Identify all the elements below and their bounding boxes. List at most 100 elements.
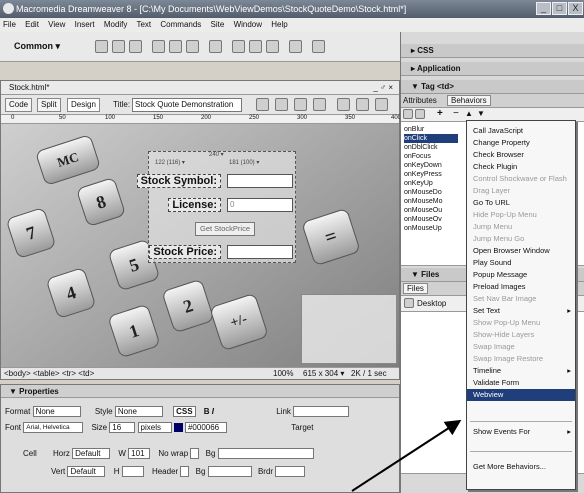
event-item[interactable]: onMouseUp — [404, 224, 458, 233]
event-item[interactable]: onBlur — [404, 125, 458, 134]
menu-item-timeline[interactable]: Timeline ▸ — [467, 365, 575, 377]
menu-item-popup-message[interactable]: Popup Message — [467, 269, 575, 281]
view-options-icon[interactable] — [356, 98, 369, 111]
head-icon[interactable] — [289, 40, 302, 53]
event-item[interactable]: onKeyDown — [404, 161, 458, 170]
menu-file[interactable]: File — [3, 20, 16, 29]
show-set-events-icon[interactable] — [403, 109, 413, 119]
title-field[interactable]: Stock Quote Demonstration — [132, 98, 242, 112]
menu-text[interactable]: Text — [136, 20, 151, 29]
zoom-level[interactable]: 100% — [273, 368, 293, 380]
server-include-icon[interactable] — [249, 40, 262, 53]
menu-site[interactable]: Site — [211, 20, 225, 29]
email-link-icon[interactable] — [112, 40, 125, 53]
media-icon[interactable] — [209, 40, 222, 53]
menu-item-open-browser-window[interactable]: Open Browser Window — [467, 245, 575, 257]
file-management-icon[interactable] — [256, 98, 269, 111]
menu-item-go-to-url[interactable]: Go To URL — [467, 197, 575, 209]
header-checkbox[interactable] — [180, 466, 190, 478]
close-button[interactable]: X — [568, 2, 583, 15]
italic-button[interactable]: I — [212, 407, 214, 416]
event-item[interactable]: onFocus — [404, 152, 458, 161]
layer-icon[interactable] — [169, 40, 182, 53]
tab-files[interactable]: Files — [403, 283, 428, 294]
width-input[interactable]: 101 — [128, 448, 151, 460]
stock-price-output[interactable] — [227, 245, 293, 259]
event-item[interactable]: onMouseOu — [404, 206, 458, 215]
hyperlink-icon[interactable] — [95, 40, 108, 53]
horz-select[interactable]: Default — [72, 448, 111, 460]
check-browser-icon[interactable] — [313, 98, 326, 111]
stock-quote-form-table[interactable]: 240 ▾ 122 (116) ▾ 181 (100) ▾ Stock Symb… — [136, 151, 296, 263]
menu-view[interactable]: View — [48, 20, 65, 29]
remove-behavior-button[interactable]: − — [453, 108, 459, 119]
window-size[interactable]: 615 x 304 ▾ — [303, 368, 344, 380]
anchor-icon[interactable] — [129, 40, 142, 53]
tag-selector[interactable]: <body> <table> <tr> <td> — [4, 369, 94, 378]
nowrap-checkbox[interactable] — [190, 448, 200, 460]
text-color-swatch[interactable] — [173, 423, 183, 433]
event-item[interactable]: onMouseOv — [404, 215, 458, 224]
bg-color-input[interactable] — [207, 466, 252, 478]
design-view-button[interactable]: Design — [67, 98, 100, 112]
date-icon[interactable] — [232, 40, 245, 53]
license-input[interactable]: 0 — [227, 198, 293, 212]
event-item[interactable]: onMouseMo — [404, 197, 458, 206]
design-canvas[interactable]: MC 8 7 4 5 1 2 = +/- 240 ▾ 122 (116) ▾ 1… — [1, 124, 399, 367]
menu-item-set-text[interactable]: Set Text ▸ — [467, 305, 575, 317]
move-down-button[interactable]: ▼ — [477, 109, 485, 118]
maximize-button[interactable]: □ — [552, 2, 567, 15]
menu-modify[interactable]: Modify — [104, 20, 128, 29]
menu-item-change-property[interactable]: Change Property — [467, 137, 575, 149]
event-item[interactable]: onDblClick — [404, 143, 458, 152]
style-select[interactable]: None — [114, 406, 163, 418]
document-window-controls[interactable]: _ ♂ × — [373, 81, 393, 95]
css-button[interactable]: CSS — [173, 406, 196, 418]
code-view-button[interactable]: Code — [5, 98, 33, 112]
event-item[interactable]: onKeyPress — [404, 170, 458, 179]
event-item[interactable]: onMouseDo — [404, 188, 458, 197]
show-all-events-icon[interactable] — [415, 109, 425, 119]
stock-symbol-input[interactable] — [227, 174, 293, 188]
refresh-icon[interactable] — [337, 98, 350, 111]
tab-behaviors[interactable]: Behaviors — [447, 95, 491, 106]
move-up-button[interactable]: ▲ — [465, 109, 473, 118]
comment-icon[interactable] — [266, 40, 279, 53]
size-select[interactable]: 16 — [109, 422, 136, 434]
insert-category-dropdown[interactable]: Common ▾ — [14, 41, 60, 52]
debug-icon[interactable] — [294, 98, 307, 111]
minimize-button[interactable]: _ — [536, 2, 551, 15]
menu-item-play-sound[interactable]: Play Sound — [467, 257, 575, 269]
add-behavior-button[interactable]: + — [437, 108, 443, 119]
menu-item-preload-images[interactable]: Preload Images — [467, 281, 575, 293]
height-input[interactable] — [121, 466, 144, 478]
menu-item-call-javascript[interactable]: Call JavaScript — [467, 125, 575, 137]
table-icon[interactable] — [152, 40, 165, 53]
tab-attributes[interactable]: Attributes — [403, 96, 437, 105]
text-color-input[interactable]: #000066 — [184, 422, 227, 434]
menu-item-check-browser[interactable]: Check Browser — [467, 149, 575, 161]
font-select[interactable]: Arial, Helvetica — [23, 422, 84, 434]
menu-window[interactable]: Window — [234, 20, 262, 29]
template-icon[interactable] — [312, 40, 325, 53]
menu-help[interactable]: Help — [271, 20, 287, 29]
event-item-selected[interactable]: onClick — [404, 134, 458, 143]
format-select[interactable]: None — [32, 406, 81, 418]
unit-select[interactable]: pixels — [137, 422, 172, 434]
visual-aids-icon[interactable] — [375, 98, 388, 111]
menu-insert[interactable]: Insert — [75, 20, 95, 29]
menu-item-check-plugin[interactable]: Check Plugin — [467, 161, 575, 173]
bold-button[interactable]: B — [204, 407, 210, 416]
image-icon[interactable] — [186, 40, 199, 53]
get-stock-price-button[interactable]: Get StockPrice — [195, 222, 255, 236]
menu-edit[interactable]: Edit — [25, 20, 39, 29]
css-panel-header[interactable]: ▸ CSS — [401, 44, 584, 58]
site-select[interactable]: Desktop — [417, 299, 446, 308]
document-tab[interactable]: Stock.html* _ ♂ × — [1, 81, 399, 95]
application-panel-header[interactable]: ▸ Application — [401, 62, 584, 76]
preview-icon[interactable] — [275, 98, 288, 111]
vert-select[interactable]: Default — [67, 466, 106, 478]
menu-commands[interactable]: Commands — [160, 20, 201, 29]
split-view-button[interactable]: Split — [37, 98, 61, 112]
tag-panel-header[interactable]: ▼ Tag <td> — [401, 80, 584, 94]
